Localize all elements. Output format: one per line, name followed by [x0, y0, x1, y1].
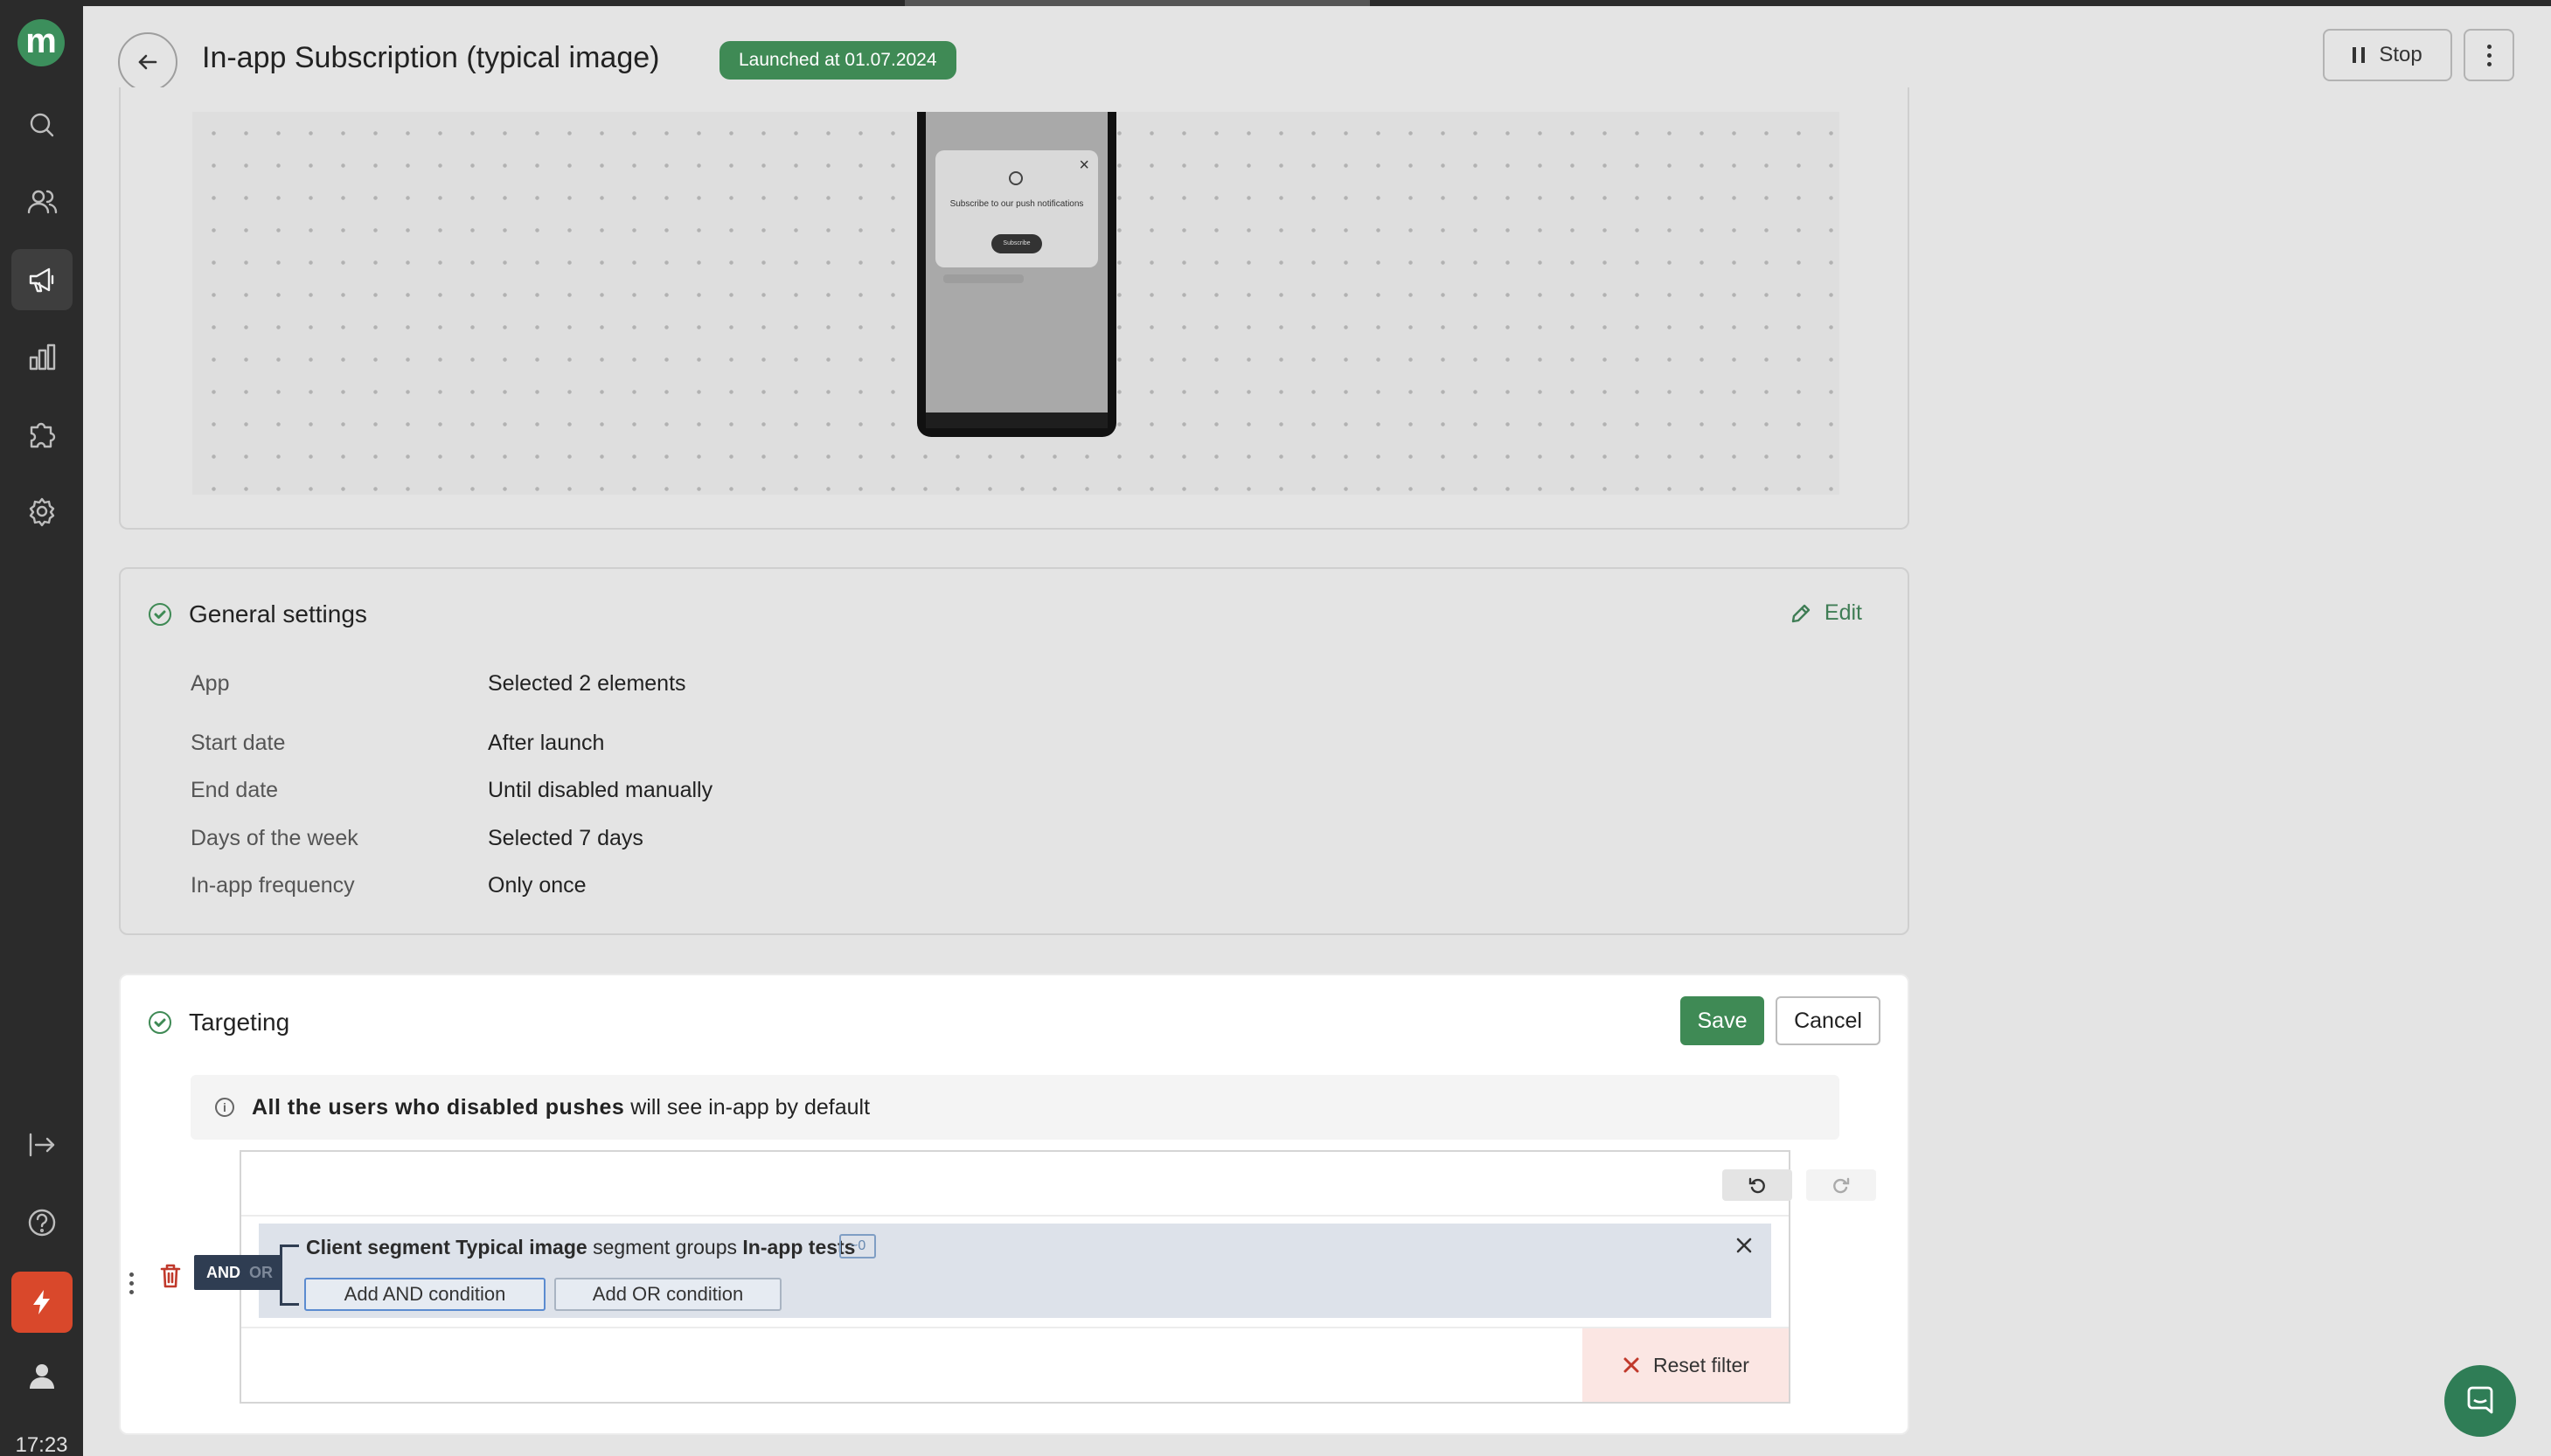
gear-icon[interactable]: [11, 481, 73, 542]
bar-chart-icon[interactable]: [11, 327, 73, 388]
trash-icon: [160, 1264, 181, 1288]
pencil-icon: [1791, 604, 1811, 622]
remove-condition-button[interactable]: [1731, 1232, 1757, 1258]
and-option[interactable]: AND: [194, 1255, 249, 1290]
setting-label: End date: [191, 778, 279, 802]
and-or-toggle[interactable]: AND OR: [194, 1255, 282, 1290]
setting-value: After launch: [488, 731, 605, 755]
delete-group-button[interactable]: [154, 1255, 187, 1297]
arrow-left-icon: [138, 54, 157, 70]
info-text-rest: will see in-app by default: [624, 1094, 871, 1120]
general-settings-card: General settings Edit App Selected 2 ele…: [119, 567, 1909, 935]
redo-button[interactable]: [1806, 1169, 1876, 1201]
add-and-condition-button[interactable]: Add AND condition: [304, 1278, 546, 1311]
top-tab-strip: [83, 0, 2551, 6]
close-icon: [1623, 1357, 1639, 1373]
stop-button[interactable]: Stop: [2323, 29, 2452, 81]
reset-filter-button[interactable]: Reset filter: [1582, 1328, 1789, 1402]
close-icon: [1736, 1238, 1752, 1253]
setting-label: Start date: [191, 731, 286, 755]
more-options-button[interactable]: [2464, 29, 2514, 81]
clock-time: 17:23: [15, 1433, 68, 1456]
reset-filter-label: Reset filter: [1653, 1353, 1749, 1376]
popup-logo-icon: [1009, 171, 1023, 185]
condition-group: Client segment Typical image segment gro…: [259, 1224, 1771, 1318]
setting-label: Days of the week: [191, 826, 358, 850]
general-settings-header: General settings: [149, 600, 367, 628]
users-icon[interactable]: [11, 171, 73, 232]
kebab-dot-icon: [2486, 61, 2492, 66]
redo-icon: [1833, 1177, 1850, 1194]
status-badge: Launched at 01.07.2024: [719, 41, 956, 80]
stop-label: Stop: [2379, 43, 2422, 66]
targeting-card: Targeting Save Cancel i All the users wh…: [119, 974, 1909, 1435]
logout-icon[interactable]: [11, 1114, 73, 1175]
edit-button[interactable]: Edit: [1790, 600, 1862, 626]
check-circle-icon: [149, 603, 171, 626]
condition-part1: Client segment: [306, 1236, 456, 1258]
drag-dot-icon: [129, 1272, 134, 1277]
info-text-bold: All the users who disabled pushes: [252, 1094, 625, 1120]
phone-bottom-bar: [926, 413, 1108, 428]
search-icon[interactable]: [11, 94, 73, 156]
condition-segment: Typical image: [455, 1236, 587, 1258]
megaphone-icon[interactable]: [11, 249, 73, 310]
targeting-header: Targeting: [149, 1009, 289, 1037]
setting-value: Only once: [488, 873, 587, 898]
kebab-dot-icon: [2486, 44, 2492, 49]
divider: [241, 1327, 1789, 1328]
general-settings-title: General settings: [189, 600, 367, 627]
popup-subscribe-button: Subscribe: [991, 234, 1042, 253]
app-logo[interactable]: m: [17, 19, 65, 66]
condition-count-badge: ~0: [839, 1234, 877, 1258]
user-icon[interactable]: [11, 1346, 73, 1407]
condition-text[interactable]: Client segment Typical image segment gro…: [306, 1236, 855, 1259]
undo-button[interactable]: [1722, 1169, 1792, 1201]
phone-screen: × Subscribe to our push notifications Su…: [926, 112, 1108, 413]
setting-value: Selected 7 days: [488, 826, 643, 850]
kebab-dot-icon: [2486, 52, 2492, 58]
phone-mockup: × Subscribe to our push notifications Su…: [917, 112, 1116, 437]
sidebar: m 17:23: [0, 0, 83, 1456]
popup-text: Subscribe to our push notifications: [949, 199, 1084, 209]
targeting-title: Targeting: [189, 1009, 290, 1036]
help-icon[interactable]: [11, 1192, 73, 1253]
cancel-button[interactable]: Cancel: [1776, 996, 1880, 1045]
chat-icon: [2467, 1386, 2493, 1414]
drag-dot-icon: [129, 1280, 134, 1286]
edit-label: Edit: [1824, 600, 1862, 625]
support-chat-button[interactable]: [2444, 1365, 2516, 1437]
save-button[interactable]: Save: [1680, 996, 1764, 1045]
drag-dot-icon: [129, 1289, 134, 1294]
info-notice: i All the users who disabled pushes will…: [191, 1075, 1839, 1140]
check-circle-icon: [149, 1011, 171, 1034]
setting-label: App: [191, 671, 230, 696]
divider: [241, 1215, 1789, 1217]
popup-close-icon: ×: [1079, 156, 1089, 175]
lightning-icon[interactable]: [11, 1272, 73, 1333]
info-icon: i: [215, 1098, 234, 1117]
group-bracket: [280, 1245, 299, 1306]
setting-label: In-app frequency: [191, 873, 355, 898]
info-text: All the users who disabled pushes will s…: [252, 1095, 870, 1120]
condition-part2: segment groups: [587, 1236, 743, 1258]
inapp-popup-preview: × Subscribe to our push notifications Su…: [935, 150, 1098, 267]
page-title: In-app Subscription (typical image): [202, 41, 660, 74]
puzzle-icon[interactable]: [11, 404, 73, 465]
undo-icon: [1748, 1177, 1765, 1194]
filter-builder: Client segment Typical image segment gro…: [240, 1150, 1876, 1404]
preview-card: × Subscribe to our push notifications Su…: [119, 87, 1909, 530]
setting-value: Until disabled manually: [488, 778, 713, 802]
placeholder-line: [943, 274, 1024, 283]
add-or-condition-button[interactable]: Add OR condition: [554, 1278, 782, 1311]
or-option[interactable]: OR: [249, 1255, 282, 1290]
setting-value: Selected 2 elements: [488, 671, 686, 696]
drag-handle-icon[interactable]: [122, 1264, 140, 1302]
back-button[interactable]: [118, 32, 177, 92]
pause-icon: [2353, 47, 2366, 63]
active-tab-indicator: [905, 0, 1370, 6]
